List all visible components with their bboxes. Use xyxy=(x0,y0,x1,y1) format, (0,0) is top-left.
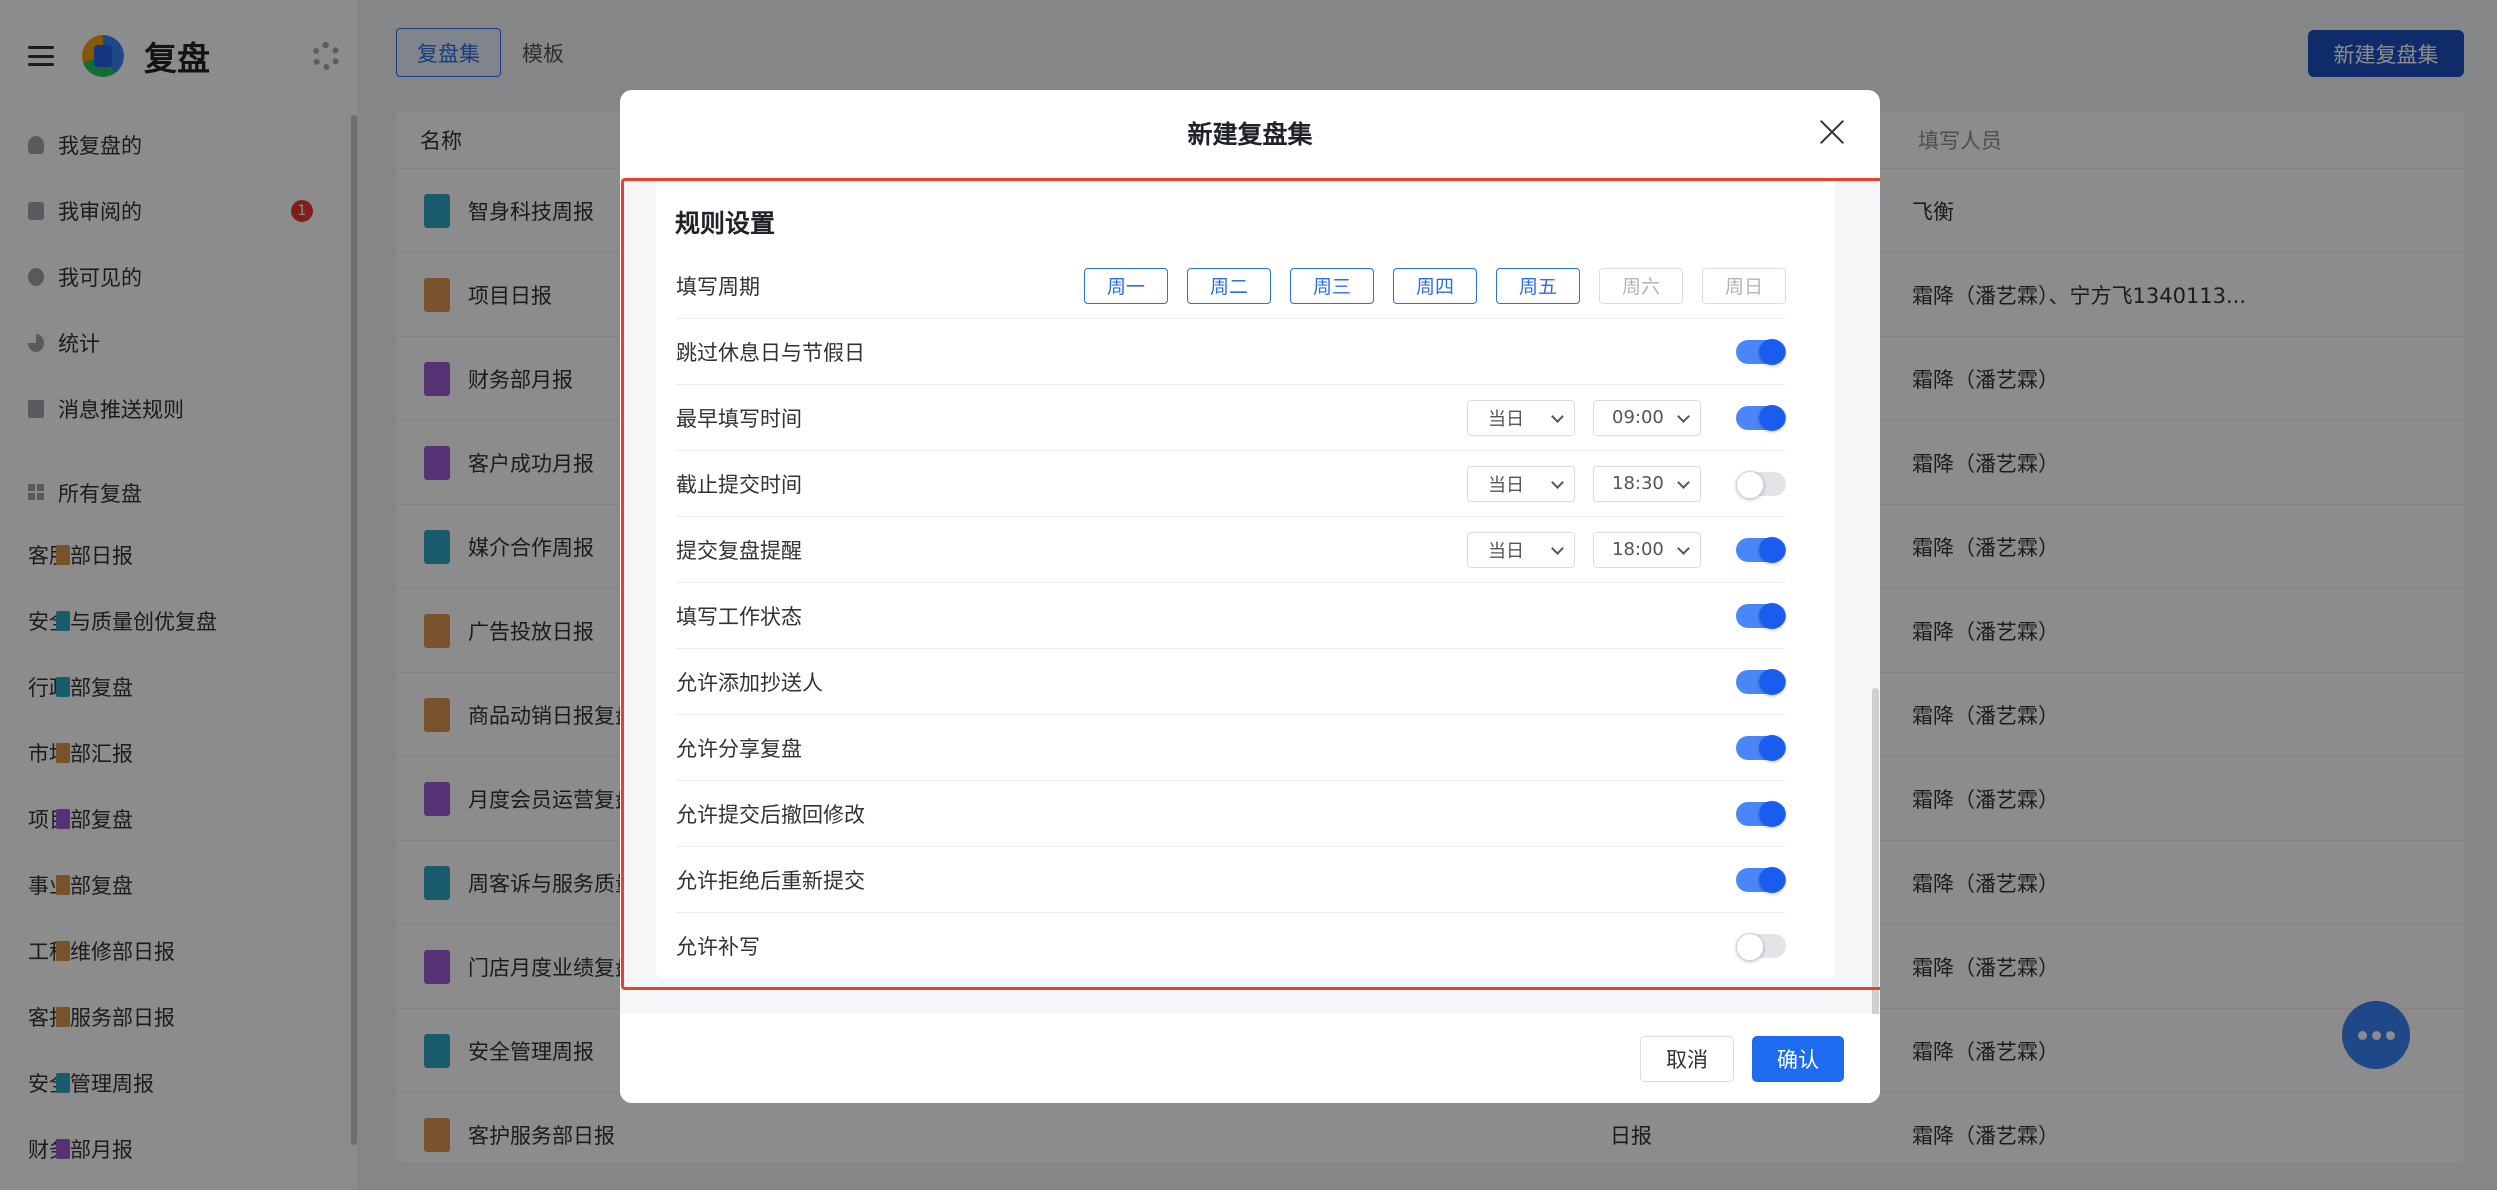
setting-label: 最早填写时间 xyxy=(676,406,802,431)
toggle-switch[interactable] xyxy=(1736,470,1786,499)
dialog-title: 新建复盘集 xyxy=(1187,120,1313,149)
chevron-down-icon xyxy=(1677,541,1690,555)
toggle-switch[interactable] xyxy=(1736,668,1786,695)
setting-label: 跳过休息日与节假日 xyxy=(676,340,865,365)
setting-row: 允许补写 xyxy=(676,913,1786,979)
weekday-selector: 周一 周二 周三 周四 周五 周六 周日 xyxy=(1084,267,1786,304)
day-select[interactable]: 当日 xyxy=(1467,465,1575,502)
setting-label: 截止提交时间 xyxy=(676,472,802,497)
chevron-down-icon xyxy=(1677,409,1690,423)
weekday-chip[interactable]: 周四 xyxy=(1393,267,1477,304)
confirm-button[interactable]: 确认 xyxy=(1752,1036,1844,1082)
weekday-chip[interactable]: 周三 xyxy=(1290,267,1374,304)
toggle-switch[interactable] xyxy=(1736,602,1786,629)
setting-row: 允许添加抄送人 xyxy=(676,649,1786,715)
period-label: 填写周期 xyxy=(676,274,760,299)
setting-label: 提交复盘提醒 xyxy=(676,538,802,563)
setting-row: 最早填写时间 当日 09:00 xyxy=(676,385,1786,451)
toggle-switch[interactable] xyxy=(1736,933,1786,961)
setting-label: 允许添加抄送人 xyxy=(676,670,823,695)
chevron-down-icon xyxy=(1551,409,1564,423)
cancel-button[interactable]: 取消 xyxy=(1640,1036,1734,1082)
weekday-chip[interactable]: 周日 xyxy=(1702,267,1786,304)
day-select-value: 当日 xyxy=(1488,474,1524,496)
day-select[interactable]: 当日 xyxy=(1467,399,1575,436)
time-select-value: 09:00 xyxy=(1612,407,1664,428)
new-review-set-dialog: 新建复盘集 规则设置 填写周期 周一 周二 周三 周四 周五 周六 周日 跳过休息日与节假日… xyxy=(620,90,1880,1103)
weekday-chip[interactable]: 周五 xyxy=(1496,267,1580,304)
setting-label: 允许提交后撤回修改 xyxy=(676,802,865,827)
setting-label: 允许拒绝后重新提交 xyxy=(676,868,865,893)
setting-row: 允许拒绝后重新提交 xyxy=(676,847,1786,913)
weekday-chip[interactable]: 周二 xyxy=(1187,267,1271,304)
time-select-value: 18:30 xyxy=(1612,473,1664,494)
chevron-down-icon xyxy=(1677,475,1690,489)
setting-label: 允许补写 xyxy=(676,935,760,959)
setting-label: 允许分享复盘 xyxy=(676,736,802,761)
weekday-chip[interactable]: 周六 xyxy=(1599,267,1683,304)
time-select[interactable]: 18:00 xyxy=(1593,531,1701,568)
dialog-footer: 取消 确认 xyxy=(620,1014,1880,1103)
period-row: 填写周期 周一 周二 周三 周四 周五 周六 周日 xyxy=(676,253,1786,319)
toggle-switch[interactable] xyxy=(1736,536,1786,563)
toggle-switch[interactable] xyxy=(1736,800,1786,827)
setting-row: 填写工作状态 xyxy=(676,583,1786,649)
setting-row: 截止提交时间 当日 18:30 xyxy=(676,451,1786,517)
toggle-switch[interactable] xyxy=(1736,734,1786,761)
setting-row: 跳过休息日与节假日 xyxy=(676,319,1786,385)
weekday-chip[interactable]: 周一 xyxy=(1084,267,1168,304)
toggle-switch[interactable] xyxy=(1736,338,1786,365)
setting-row: 提交复盘提醒 当日 18:00 xyxy=(676,517,1786,583)
time-select[interactable]: 18:30 xyxy=(1593,465,1701,502)
time-select[interactable]: 09:00 xyxy=(1593,399,1701,436)
toggle-switch[interactable] xyxy=(1736,404,1786,431)
setting-row: 允许分享复盘 xyxy=(676,715,1786,781)
chevron-down-icon xyxy=(1551,475,1564,489)
chevron-down-icon xyxy=(1551,541,1564,555)
toggle-switch[interactable] xyxy=(1736,866,1786,893)
rules-section-title: 规则设置 xyxy=(675,209,776,238)
day-select-value: 当日 xyxy=(1488,540,1524,562)
setting-row: 允许提交后撤回修改 xyxy=(676,781,1786,847)
close-icon[interactable] xyxy=(1816,116,1848,148)
day-select[interactable]: 当日 xyxy=(1467,531,1575,568)
setting-label: 填写工作状态 xyxy=(676,604,802,629)
day-select-value: 当日 xyxy=(1488,408,1524,430)
time-select-value: 18:00 xyxy=(1612,539,1664,560)
